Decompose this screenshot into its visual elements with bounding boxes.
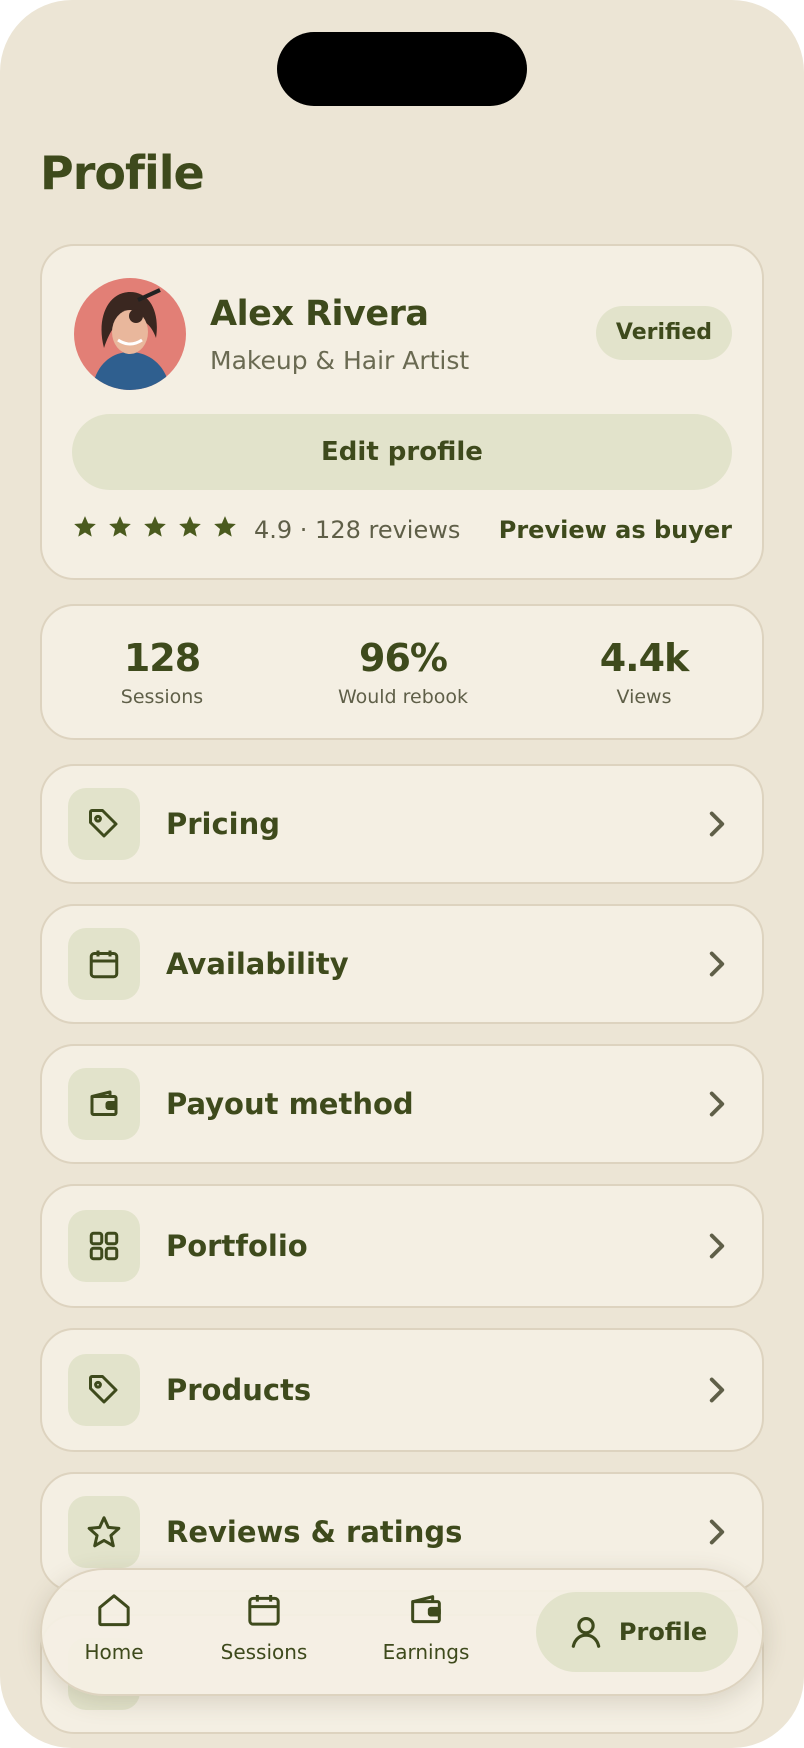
rating-summary: 4.9 · 128 reviews xyxy=(254,516,461,544)
nav-sessions[interactable]: Sessions xyxy=(204,1590,324,1664)
stat-value: 128 xyxy=(123,636,201,680)
star-icon xyxy=(107,514,133,540)
nav-earnings[interactable]: Earnings xyxy=(366,1590,486,1664)
menu-item-portfolio[interactable]: Portfolio xyxy=(40,1184,764,1308)
star-icon xyxy=(68,1496,140,1568)
nav-label: Sessions xyxy=(220,1640,308,1664)
stat-views: 4.4k Views xyxy=(524,636,764,708)
chevron-right-icon xyxy=(706,1376,728,1408)
profile-card: Alex Rivera Makeup & Hair Artist Verifie… xyxy=(40,244,764,580)
chevron-right-icon xyxy=(706,1518,728,1550)
tag-icon xyxy=(68,788,140,860)
chevron-right-icon xyxy=(706,950,728,982)
preview-as-buyer-link[interactable]: Preview as buyer xyxy=(499,516,732,544)
stats-card: 128 Sessions 96% Would rebook 4.4k Views xyxy=(40,604,764,740)
stat-value: 96% xyxy=(359,636,448,680)
menu-item-products[interactable]: Products xyxy=(40,1328,764,1452)
dynamic-island xyxy=(277,32,527,106)
star-icon xyxy=(72,514,98,540)
nav-profile[interactable]: Profile xyxy=(536,1592,738,1672)
stat-rebook: 96% Would rebook xyxy=(283,636,523,708)
profile-role: Makeup & Hair Artist xyxy=(210,346,470,375)
user-icon xyxy=(571,1616,601,1648)
stat-sessions: 128 Sessions xyxy=(42,636,282,708)
home-icon xyxy=(98,1594,130,1627)
star-icon xyxy=(142,514,168,540)
star-icon xyxy=(177,514,203,540)
nav-home[interactable]: Home xyxy=(54,1590,174,1664)
page-title: Profile xyxy=(40,146,205,200)
chevron-right-icon xyxy=(706,1232,728,1264)
wallet-icon xyxy=(68,1068,140,1140)
menu-item-label: Portfolio xyxy=(166,1229,308,1263)
rating-stars xyxy=(72,514,238,540)
stat-label: Sessions xyxy=(120,686,204,708)
nav-label: Home xyxy=(84,1640,144,1664)
menu-item-label: Payout method xyxy=(166,1087,414,1121)
stat-label: Views xyxy=(616,686,672,708)
calendar-icon xyxy=(68,928,140,1000)
avatar[interactable] xyxy=(74,278,186,390)
stat-label: Would rebook xyxy=(337,686,469,708)
menu-item-pricing[interactable]: Pricing xyxy=(40,764,764,884)
chevron-right-icon xyxy=(706,1090,728,1122)
menu-item-payout-method[interactable]: Payout method xyxy=(40,1044,764,1164)
bottom-nav: Home Sessions Earnings Profile xyxy=(40,1568,764,1696)
profile-name: Alex Rivera xyxy=(210,294,429,334)
star-icon xyxy=(212,514,238,540)
menu-item-availability[interactable]: Availability xyxy=(40,904,764,1024)
calendar-icon xyxy=(248,1595,280,1626)
menu-item-label: Availability xyxy=(166,947,349,981)
chevron-right-icon xyxy=(706,810,728,842)
edit-profile-button[interactable]: Edit profile xyxy=(72,414,732,490)
phone-screen: Profile Alex Rivera Makeup & Hair Artist… xyxy=(0,0,804,1748)
nav-label: Profile xyxy=(618,1618,708,1646)
verified-badge: Verified xyxy=(595,306,732,360)
menu-item-label: Pricing xyxy=(166,807,281,841)
tag-icon xyxy=(68,1354,140,1426)
wallet-icon xyxy=(411,1595,441,1624)
stat-value: 4.4k xyxy=(599,636,690,680)
grid-icon xyxy=(68,1210,140,1282)
nav-label: Earnings xyxy=(382,1640,470,1664)
menu-item-label: Products xyxy=(166,1373,312,1407)
